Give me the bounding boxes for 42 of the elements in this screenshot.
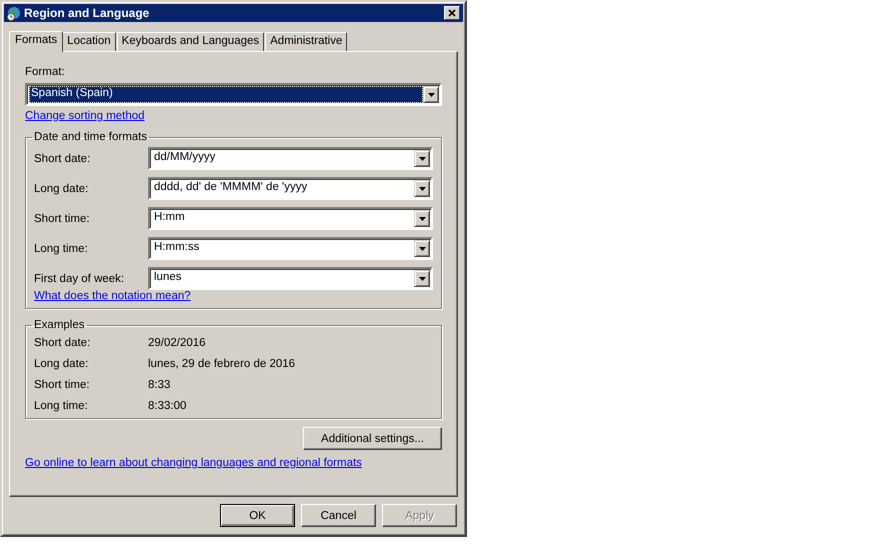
caret-icon bbox=[418, 156, 426, 160]
additional-settings-button[interactable]: Additional settings... bbox=[303, 427, 442, 450]
dropdown[interactable]: lunes bbox=[148, 267, 433, 290]
notation-link[interactable]: What does the notation mean? bbox=[34, 290, 191, 302]
caret-icon bbox=[418, 276, 426, 280]
field-label: First day of week: bbox=[34, 272, 126, 284]
group-title: Examples bbox=[33, 319, 86, 331]
dialog-button[interactable]: Cancel bbox=[301, 504, 376, 527]
close-icon bbox=[448, 9, 456, 17]
tab[interactable]: Formats bbox=[9, 31, 64, 52]
example-label: Short time: bbox=[34, 379, 91, 391]
dropdown[interactable]: dd/MM/yyyy bbox=[148, 147, 433, 170]
caret-icon bbox=[418, 246, 426, 250]
example-value: 8:33:00 bbox=[148, 400, 188, 412]
dropdown[interactable]: Spanish (Spain) bbox=[25, 83, 442, 106]
dialog-button[interactable]: OK bbox=[220, 504, 295, 527]
example-value: 29/02/2016 bbox=[148, 337, 207, 349]
dropdown[interactable]: dddd, dd' de 'MMMM' de 'yyyy bbox=[148, 177, 433, 200]
field-label: Short time: bbox=[34, 212, 91, 224]
field-label: Long time: bbox=[34, 242, 89, 254]
example-label: Long date: bbox=[34, 358, 90, 370]
tab[interactable]: Location bbox=[62, 32, 116, 51]
online-help-link[interactable]: Go online to learn about changing languages and regional formats bbox=[25, 457, 362, 469]
example-label: Long time: bbox=[34, 400, 89, 412]
caret-icon bbox=[428, 92, 434, 96]
globe-clock-icon bbox=[6, 6, 21, 20]
sorting-link[interactable]: Change sorting method bbox=[25, 110, 145, 122]
close-button[interactable] bbox=[444, 6, 460, 20]
field-label: Long date: bbox=[34, 182, 90, 194]
caret-icon bbox=[418, 186, 426, 190]
dropdown[interactable]: H:mm bbox=[148, 207, 433, 230]
group-title: Date and time formats bbox=[33, 131, 148, 143]
example-value: 8:33 bbox=[148, 379, 172, 391]
dropdown[interactable]: H:mm:ss bbox=[148, 237, 433, 260]
field-label: Short date: bbox=[34, 152, 92, 164]
format-label: Format: bbox=[25, 66, 66, 78]
caret-icon bbox=[418, 216, 426, 220]
example-label: Short date: bbox=[34, 337, 92, 349]
example-value: lunes, 29 de febrero de 2016 bbox=[148, 358, 296, 370]
window-title: Region and Language bbox=[24, 6, 150, 20]
tab[interactable]: Administrative bbox=[265, 32, 348, 51]
tab[interactable]: Keyboards and Languages bbox=[116, 32, 264, 51]
